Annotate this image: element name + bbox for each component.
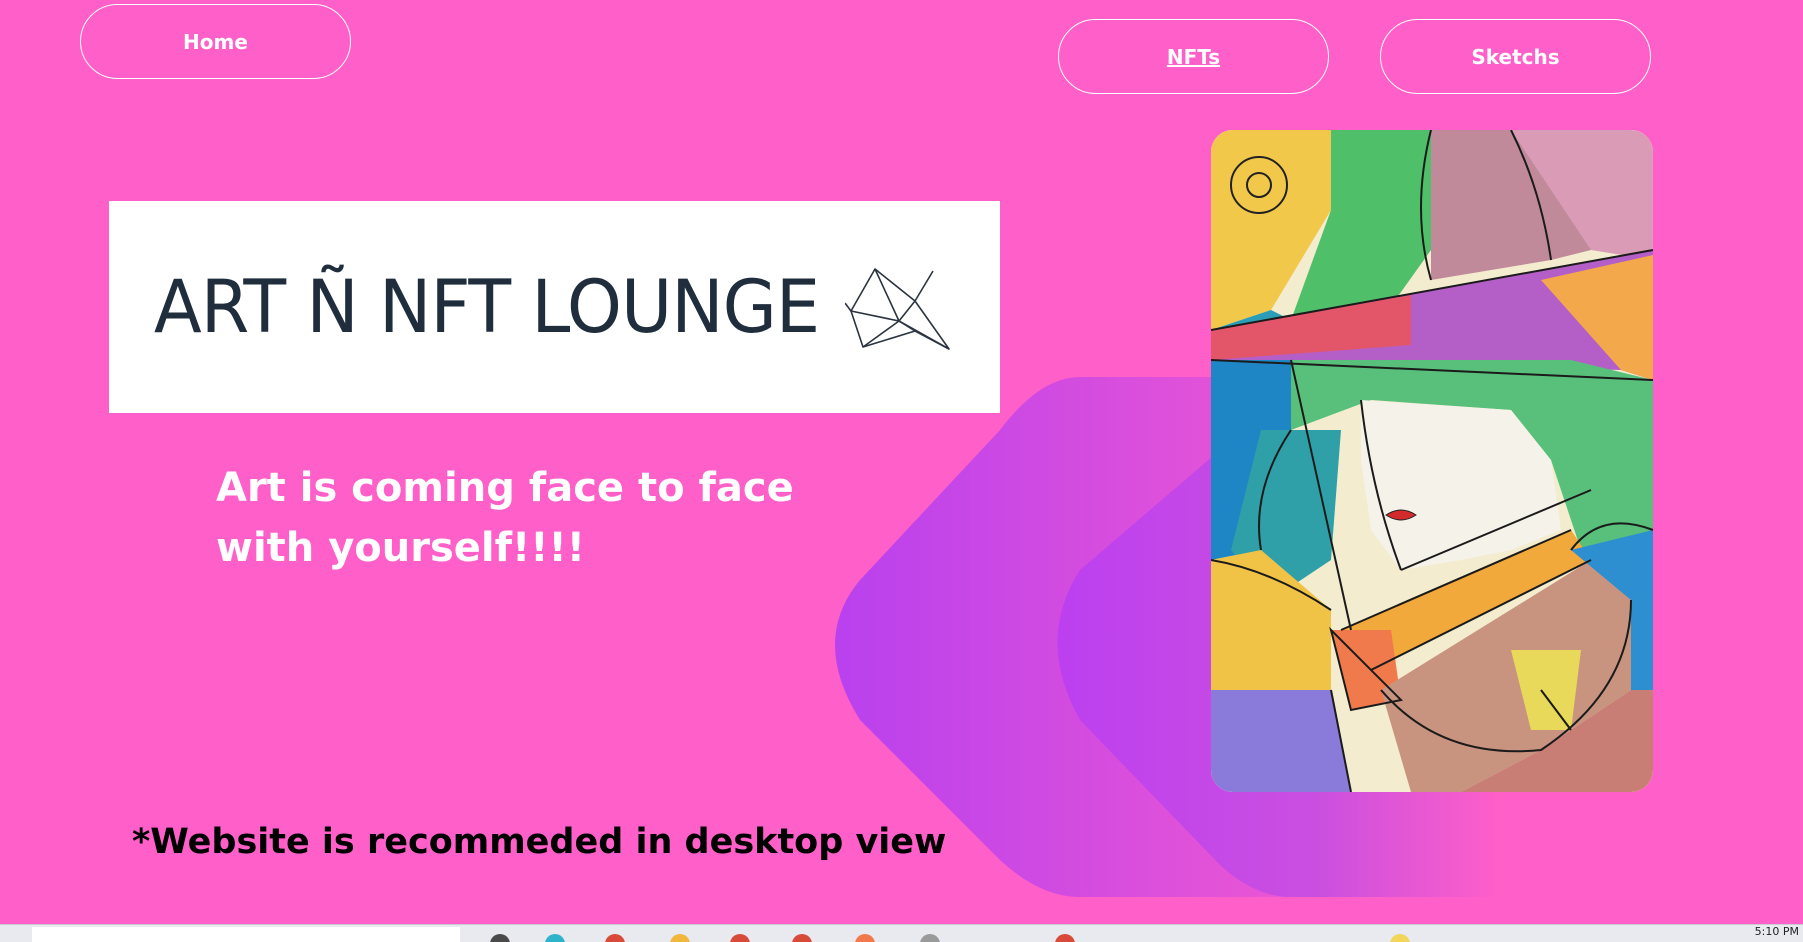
sketchs-button[interactable]: Sketchs — [1380, 19, 1651, 94]
logo-banner: ART Ñ NFT LOUNGE — [109, 201, 1000, 413]
hero-tagline: Art is coming face to face with yourself… — [216, 458, 836, 578]
desktop-view-notice: *Website is recommeded in desktop view — [132, 822, 947, 862]
taskbar-search-field[interactable] — [32, 927, 460, 942]
os-taskbar: 5:10 PM — [0, 924, 1803, 942]
logo-text: ART Ñ NFT LOUNGE — [153, 263, 820, 351]
taskbar-icon[interactable] — [670, 934, 690, 942]
home-button[interactable]: Home — [80, 4, 351, 79]
taskbar-icon[interactable] — [792, 934, 812, 942]
taskbar-clock: 5:10 PM — [1754, 925, 1799, 938]
taskbar-icon[interactable] — [1390, 934, 1410, 942]
taskbar-icon[interactable] — [730, 934, 750, 942]
featured-artwork-image[interactable] — [1211, 130, 1653, 792]
tagline-line-1: Art is coming face to face — [216, 465, 794, 511]
taskbar-icon[interactable] — [920, 934, 940, 942]
nfts-button[interactable]: NFTs — [1058, 19, 1329, 94]
artwork-illustration — [1211, 130, 1653, 792]
taskbar-icon[interactable] — [605, 934, 625, 942]
taskbar-icon[interactable] — [1055, 934, 1075, 942]
taskbar-icon[interactable] — [490, 934, 510, 942]
page: Home NFTs Sketchs ART Ñ NFT LOUNGE Art i… — [0, 0, 1803, 942]
tagline-line-2: with yourself!!!! — [216, 525, 585, 571]
origami-crane-icon — [845, 268, 950, 350]
taskbar-icon[interactable] — [545, 934, 565, 942]
taskbar-icon[interactable] — [855, 934, 875, 942]
